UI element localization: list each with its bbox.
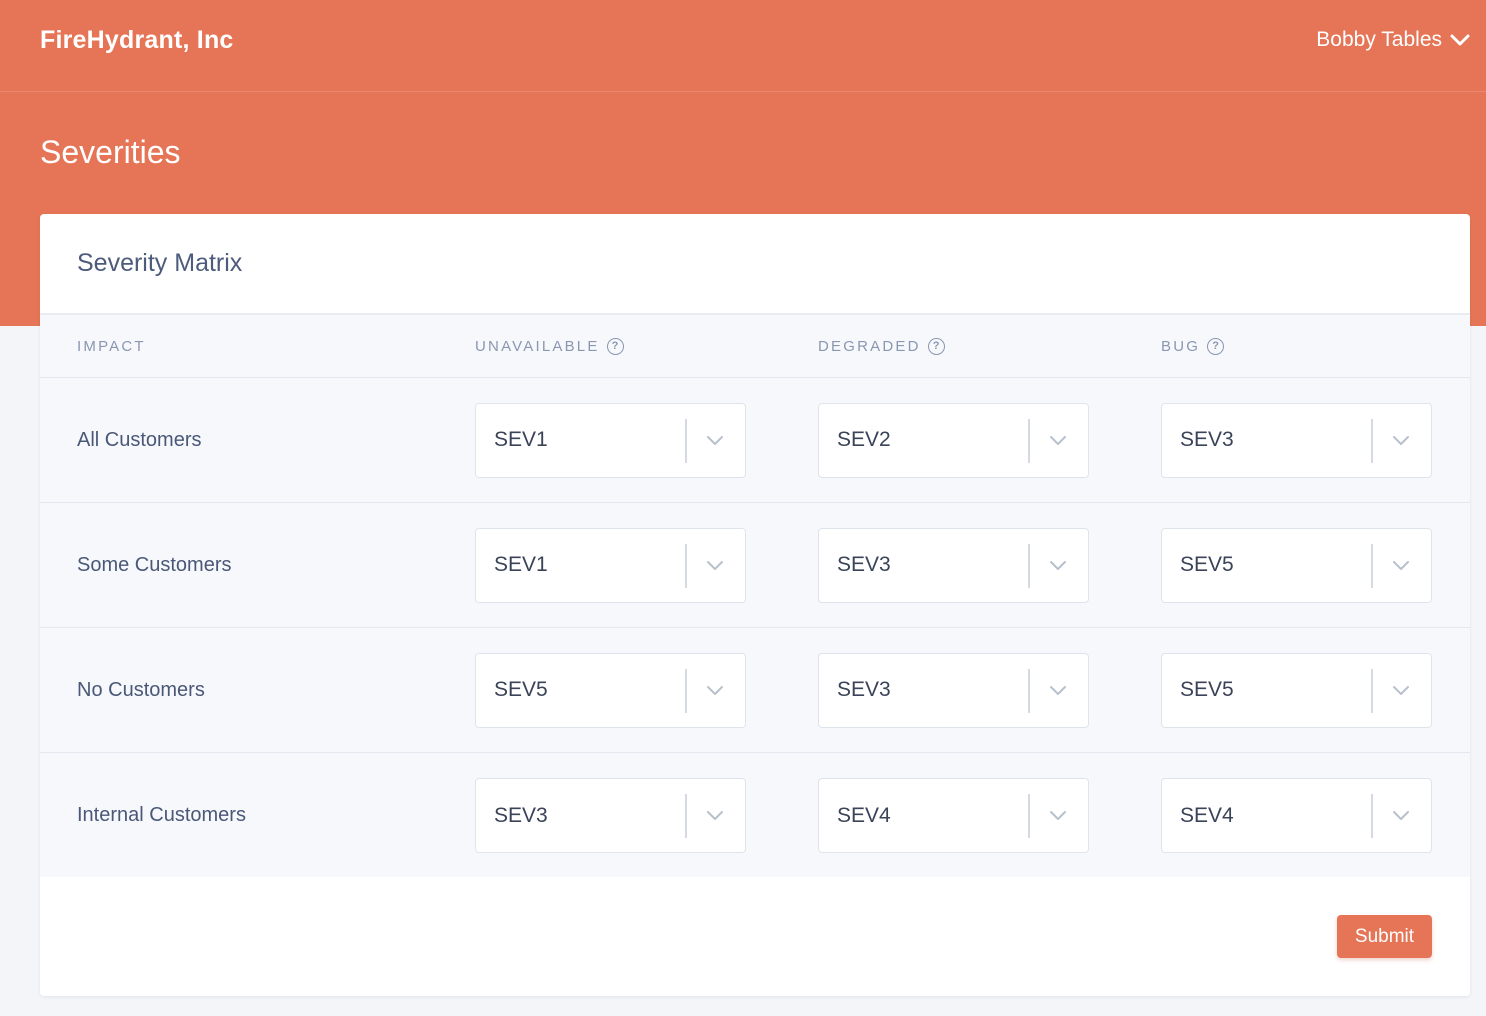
select-separator <box>685 418 687 463</box>
card-title: Severity Matrix <box>77 249 243 277</box>
select-separator <box>1371 794 1373 838</box>
user-menu[interactable]: Bobby Tables <box>1316 28 1470 52</box>
select-separator <box>1371 418 1373 463</box>
select-separator <box>1371 668 1373 713</box>
select-separator <box>1371 543 1373 588</box>
impact-label: No Customers <box>77 678 205 701</box>
chevron-down-icon[interactable] <box>1391 435 1411 447</box>
chevron-down-icon[interactable] <box>705 560 725 572</box>
page-title: Severities <box>40 134 181 170</box>
impact-label: Internal Customers <box>77 804 246 826</box>
severity-select-bug[interactable]: SEV3 <box>1161 402 1432 478</box>
card-header: Severity Matrix <box>40 214 1470 315</box>
question-circle-icon[interactable]: ? <box>1207 337 1225 355</box>
select-separator <box>1028 668 1030 713</box>
severity-select-degraded[interactable]: SEV3 <box>818 527 1089 603</box>
column-header-bug: BUG ? <box>1161 315 1225 377</box>
severity-select-unavailable[interactable]: SEV5 <box>475 652 746 728</box>
submit-button[interactable]: Submit <box>1337 915 1432 958</box>
question-circle-icon[interactable]: ? <box>927 337 945 355</box>
select-separator <box>685 543 687 588</box>
chevron-down-icon[interactable] <box>1391 685 1411 697</box>
chevron-down-icon[interactable] <box>1391 810 1411 822</box>
select-separator <box>1028 418 1030 463</box>
chevron-down-icon[interactable] <box>1048 435 1068 447</box>
severity-matrix-card: Severity Matrix IMPACT UNAVAILABLE ? DEG… <box>40 214 1470 996</box>
matrix-row: Some Customers SEV1 SEV3 SEV5 <box>40 503 1470 628</box>
severity-select-bug[interactable]: SEV5 <box>1161 527 1432 603</box>
card-footer: Submit <box>40 877 1470 996</box>
severity-select-degraded[interactable]: SEV4 <box>818 778 1089 853</box>
severity-select-degraded[interactable]: SEV3 <box>818 652 1089 728</box>
severity-matrix: IMPACT UNAVAILABLE ? DEGRADED ? BUG ? Al… <box>40 315 1470 878</box>
severity-select-bug[interactable]: SEV5 <box>1161 652 1432 728</box>
select-separator <box>685 668 687 713</box>
org-name[interactable]: FireHydrant, Inc <box>40 26 234 55</box>
question-circle-icon[interactable]: ? <box>606 337 624 355</box>
matrix-row: All Customers SEV1 SEV2 SEV3 <box>40 378 1470 503</box>
chevron-down-icon[interactable] <box>705 435 725 447</box>
chevron-down-icon[interactable] <box>1048 685 1068 697</box>
chevron-down-icon[interactable] <box>705 810 725 822</box>
matrix-row: No Customers SEV5 SEV3 SEV5 <box>40 628 1470 753</box>
chevron-down-icon[interactable] <box>1048 560 1068 572</box>
severity-select-unavailable[interactable]: SEV1 <box>475 527 746 603</box>
select-separator <box>685 794 687 838</box>
chevron-down-icon[interactable] <box>1391 560 1411 572</box>
chevron-down-icon <box>1450 34 1470 46</box>
impact-label: Some Customers <box>77 553 232 576</box>
severity-select-unavailable[interactable]: SEV3 <box>475 778 746 853</box>
column-header-degraded: DEGRADED ? <box>818 315 945 377</box>
matrix-header-row: IMPACT UNAVAILABLE ? DEGRADED ? BUG ? <box>40 315 1470 378</box>
severity-select-unavailable[interactable]: SEV1 <box>475 402 746 478</box>
chevron-down-icon[interactable] <box>705 685 725 697</box>
select-separator <box>1028 794 1030 838</box>
severity-select-bug[interactable]: SEV4 <box>1161 778 1432 853</box>
top-bar: FireHydrant, Inc Bobby Tables <box>0 0 1486 92</box>
impact-label: All Customers <box>77 428 202 451</box>
select-separator <box>1028 543 1030 588</box>
severity-select-degraded[interactable]: SEV2 <box>818 402 1089 478</box>
column-header-unavailable: UNAVAILABLE ? <box>475 315 624 377</box>
user-name: Bobby Tables <box>1316 28 1442 51</box>
chevron-down-icon[interactable] <box>1048 810 1068 822</box>
column-header-impact: IMPACT <box>77 337 146 355</box>
matrix-row: Internal Customers SEV3 SEV4 SEV4 <box>40 753 1470 878</box>
